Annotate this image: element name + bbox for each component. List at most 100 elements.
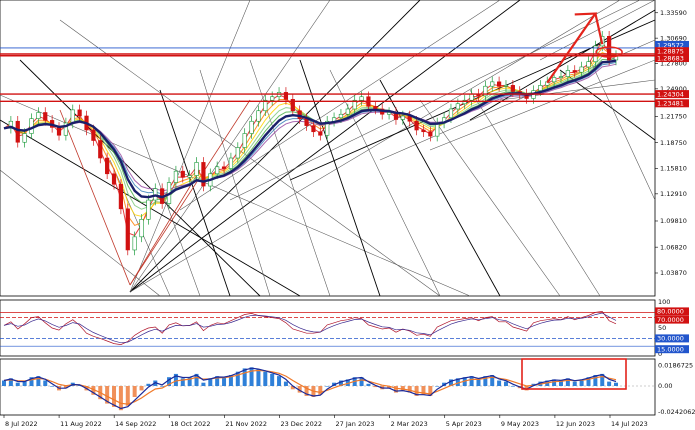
macd-bar — [132, 386, 137, 397]
macd-bar — [607, 381, 612, 386]
oscillator-level-tag-label: 70.0000 — [657, 316, 684, 324]
candle-body — [586, 61, 591, 68]
macd-bar — [277, 376, 282, 386]
candle-body — [283, 92, 289, 100]
candle-body — [552, 77, 557, 83]
candle-body — [338, 113, 344, 119]
candle-body — [490, 81, 495, 87]
candle-body — [256, 110, 261, 122]
oscillator-level-tag-label: 30.0000 — [657, 335, 684, 343]
trading-chart[interactable]: 1.335901.306901.278001.249001.217501.187… — [0, 0, 695, 430]
macd-bar — [270, 373, 275, 386]
date-tick-label: 11 Aug 2022 — [60, 420, 102, 428]
price-tick-label: 1.06820 — [660, 243, 687, 251]
candle-body — [125, 208, 130, 251]
candle-body — [132, 236, 137, 251]
price-tick-label: 1.33590 — [660, 9, 687, 17]
candle-body — [70, 109, 75, 124]
candle-body — [105, 157, 110, 175]
oscillator-tick-label: 100 — [658, 298, 670, 306]
macd-tick-label: -0.0242062 — [658, 408, 695, 416]
date-tick-label: 12 Jun 2023 — [556, 420, 595, 428]
macd-bar — [15, 382, 20, 386]
candle-body — [373, 106, 378, 110]
level-tag-label: 1.28683 — [657, 54, 684, 62]
macd-bar — [263, 371, 268, 386]
candle-body — [173, 170, 179, 183]
candle-body — [242, 133, 247, 148]
candle-body — [386, 112, 392, 115]
candle-body — [91, 129, 96, 141]
candle-body — [43, 112, 48, 121]
candle-body — [146, 199, 151, 220]
candle-body — [558, 76, 564, 78]
macd-bar — [222, 377, 227, 386]
date-tick-label: 14 Jul 2023 — [611, 420, 648, 428]
candle-body — [579, 66, 584, 73]
candle-body — [215, 166, 220, 175]
date-tick-label: 23 Dec 2022 — [280, 420, 322, 428]
macd-bar — [2, 380, 6, 386]
candle-body — [249, 120, 254, 134]
macd-bar — [497, 380, 502, 386]
candle-body — [428, 131, 433, 137]
macd-bar — [50, 386, 55, 387]
price-tick-label: 1.03870 — [660, 269, 687, 277]
candle-body — [29, 118, 34, 134]
candle-body — [111, 173, 117, 185]
chart-background — [0, 0, 695, 430]
candle-body — [421, 129, 426, 133]
candle-body — [221, 166, 227, 169]
macd-bar — [325, 386, 330, 387]
macd-bar — [435, 386, 440, 387]
candle-body — [503, 85, 509, 87]
macd-bar — [125, 386, 130, 406]
price-tick-label: 1.21750 — [660, 113, 687, 121]
macd-bar — [201, 382, 206, 386]
candle-body — [15, 120, 20, 143]
date-tick-label: 9 May 2023 — [501, 420, 539, 428]
macd-bar — [43, 380, 48, 386]
candle-body — [400, 115, 405, 120]
candle-body — [497, 81, 502, 87]
candle-body — [435, 122, 440, 137]
candle-body — [538, 85, 543, 91]
price-tick-label: 1.18750 — [660, 139, 687, 147]
candle-body — [22, 133, 27, 143]
candle-body — [510, 85, 515, 92]
macd-tick-label: 0.00 — [658, 382, 672, 390]
candle-body — [235, 147, 240, 159]
date-tick-label: 14 Sep 2022 — [115, 420, 156, 428]
price-tick-label: 1.09810 — [660, 217, 687, 225]
candle-body — [187, 175, 192, 178]
date-tick-label: 18 Oct 2022 — [170, 420, 210, 428]
candle-body — [345, 108, 350, 115]
macd-bar — [503, 381, 508, 386]
level-tag-label: 1.23481 — [657, 100, 684, 108]
price-tick-label: 1.12910 — [660, 190, 687, 198]
candle-body — [359, 96, 364, 101]
candle-body — [270, 96, 275, 101]
macd-bar — [256, 369, 261, 386]
candle-body — [565, 70, 570, 77]
level-tag-label: 1.24304 — [657, 90, 684, 98]
candle-body — [194, 162, 199, 176]
candle-body — [77, 109, 82, 117]
macd-bar — [572, 381, 577, 386]
candle-body — [448, 108, 454, 119]
date-tick-label: 8 Jul 2022 — [5, 420, 38, 428]
oscillator-level-tag-label: 15.0000 — [657, 346, 684, 354]
macd-bar — [160, 386, 165, 387]
candle-body — [98, 140, 103, 159]
candle-body — [139, 219, 144, 238]
macd-bar — [283, 381, 288, 386]
candle-body — [414, 120, 419, 131]
macd-bar — [614, 382, 618, 386]
price-tick-label: 1.15810 — [660, 165, 687, 173]
macd-tick-label: 0.0186725 — [658, 362, 693, 370]
candle-body — [469, 93, 474, 101]
candle-body — [311, 125, 316, 133]
oscillator-tick-label: 50 — [658, 324, 666, 332]
macd-bar — [139, 386, 144, 391]
candle-body — [228, 157, 234, 169]
